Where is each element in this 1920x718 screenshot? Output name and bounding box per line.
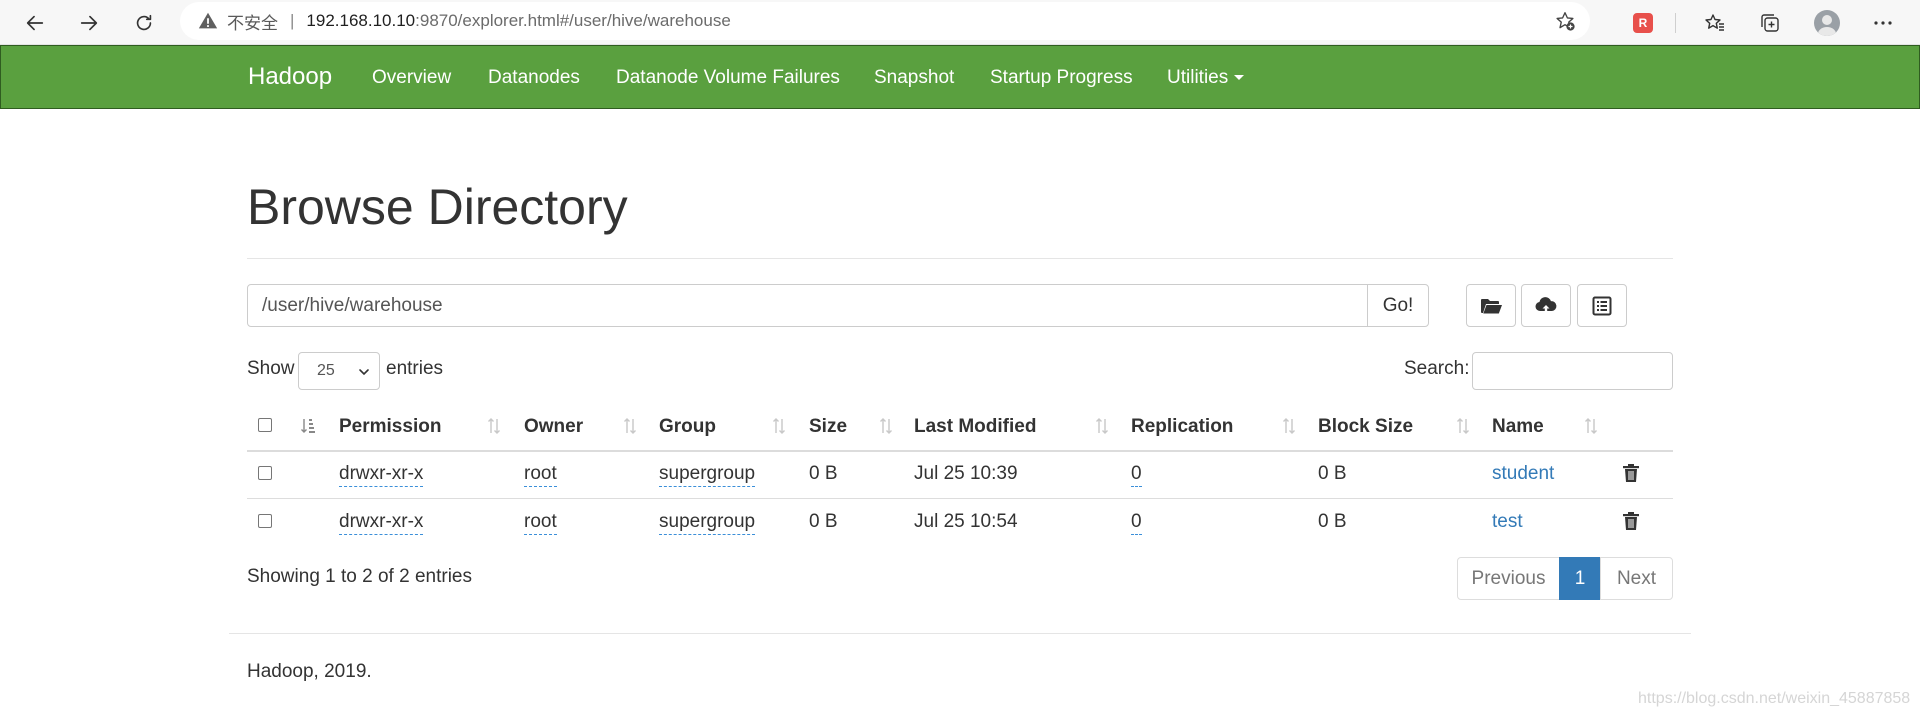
favorites-icon [1705,14,1724,31]
footer-divider [229,633,1691,634]
nav-utilities[interactable]: Utilities [1167,67,1245,89]
nav-snapshot[interactable]: Snapshot [874,67,954,89]
sort-icon[interactable] [486,416,502,436]
warning-icon [198,12,218,29]
cell-block-size: 0 B [1318,463,1347,484]
sort-asc-icon[interactable] [300,416,316,436]
extension-button[interactable]: R [1628,8,1658,38]
sort-icon[interactable] [771,416,787,436]
cut-paste-button[interactable] [1577,284,1627,327]
sort-icon[interactable] [1583,416,1599,436]
search-input[interactable] [1472,352,1673,390]
favorites-button[interactable] [1700,8,1730,38]
pagination-previous[interactable]: Previous [1457,557,1560,600]
column-header-owner[interactable]: Owner [524,416,583,438]
cell-name-link[interactable]: test [1492,511,1523,533]
nav-datanode-volume-failures[interactable]: Datanode Volume Failures [616,67,840,89]
create-directory-button[interactable] [1466,284,1516,327]
cell-group[interactable]: supergroup [659,463,756,487]
toolbar-divider [1675,13,1676,33]
nav-utilities-label: Utilities [1167,67,1229,88]
favorite-add-icon[interactable] [1554,10,1576,32]
sort-icon[interactable] [1455,416,1471,436]
cell-owner[interactable]: root [524,463,557,487]
table-header-divider [247,450,1673,452]
cell-group[interactable]: supergroup [659,511,756,535]
cell-last-modified: Jul 25 10:54 [914,511,1018,532]
sort-icon[interactable] [1094,416,1110,436]
row-checkbox[interactable] [258,514,272,528]
cell-replication[interactable]: 0 [1131,511,1142,535]
cloud-upload-icon [1535,296,1557,314]
nav-datanodes[interactable]: Datanodes [488,67,580,89]
sort-icon[interactable] [622,416,638,436]
refresh-button[interactable] [127,6,161,40]
table-info: Showing 1 to 2 of 2 entries [247,566,472,587]
more-icon [1874,21,1892,25]
search-label: Search: [1404,358,1470,379]
address-bar[interactable]: 不安全 | 192.168.10.10:9870/explorer.html#/… [180,2,1590,40]
pagination-page-1[interactable]: 1 [1559,557,1601,600]
trash-icon[interactable] [1622,463,1640,483]
list-alt-icon [1592,296,1612,315]
column-header-permission[interactable]: Permission [339,416,441,438]
cell-name-link[interactable]: student [1492,463,1554,485]
page-title: Browse Directory [247,179,628,235]
entries-label: entries [386,358,444,379]
caret-down-icon [1234,75,1245,81]
column-header-group[interactable]: Group [659,416,716,438]
forward-button[interactable] [72,6,106,40]
chevron-down-icon [359,369,369,376]
back-button[interactable] [18,6,52,40]
trash-icon[interactable] [1622,511,1640,531]
show-label: Show [247,358,295,379]
cell-last-modified: Jul 25 10:39 [914,463,1018,484]
cell-block-size: 0 B [1318,511,1347,532]
directory-path-input[interactable] [247,284,1368,327]
sort-icon[interactable] [1281,416,1297,436]
cell-size: 0 B [809,511,838,532]
collections-button[interactable] [1755,8,1785,38]
page-length-value: 25 [317,362,335,379]
column-header-last-modified[interactable]: Last Modified [914,416,1036,438]
title-divider [247,258,1673,259]
select-all-checkbox[interactable] [258,418,272,432]
sort-icon[interactable] [878,416,894,436]
column-header-name[interactable]: Name [1492,416,1544,438]
row-divider [247,498,1673,499]
back-icon [26,15,44,31]
extension-icon: R [1633,13,1653,33]
watermark: https://blog.csdn.net/weixin_45887858 [1638,690,1911,707]
hadoop-navbar: Hadoop Overview Datanodes Datanode Volum… [0,45,1920,109]
cell-size: 0 B [809,463,838,484]
refresh-icon [136,14,152,31]
insecure-label: 不安全 [227,13,278,33]
profile-button[interactable] [1812,8,1842,38]
page-length-select[interactable]: 25 [298,352,380,390]
cell-replication[interactable]: 0 [1131,463,1142,487]
upload-button[interactable] [1521,284,1571,327]
browser-toolbar: 不安全 | 192.168.10.10:9870/explorer.html#/… [0,0,1920,45]
collections-icon [1761,14,1779,32]
folder-open-icon [1481,298,1502,313]
address-path: :9870/explorer.html#/user/hive/warehouse [415,11,731,30]
column-header-replication[interactable]: Replication [1131,416,1233,438]
go-button[interactable]: Go! [1367,284,1429,327]
column-header-block-size[interactable]: Block Size [1318,416,1413,438]
address-host: 192.168.10.10 [306,11,416,30]
nav-startup-progress[interactable]: Startup Progress [990,67,1133,89]
cell-owner[interactable]: root [524,511,557,535]
footer-text: Hadoop, 2019. [247,661,372,682]
avatar [1814,10,1840,36]
pagination-next[interactable]: Next [1600,557,1673,600]
more-button[interactable] [1868,8,1898,38]
row-checkbox[interactable] [258,466,272,480]
address-separator: | [290,11,295,30]
cell-permission[interactable]: drwxr-xr-x [339,511,424,535]
cell-permission[interactable]: drwxr-xr-x [339,463,424,487]
forward-icon [80,15,98,31]
nav-overview[interactable]: Overview [372,67,451,89]
brand-link[interactable]: Hadoop [248,63,332,91]
column-header-size[interactable]: Size [809,416,847,438]
